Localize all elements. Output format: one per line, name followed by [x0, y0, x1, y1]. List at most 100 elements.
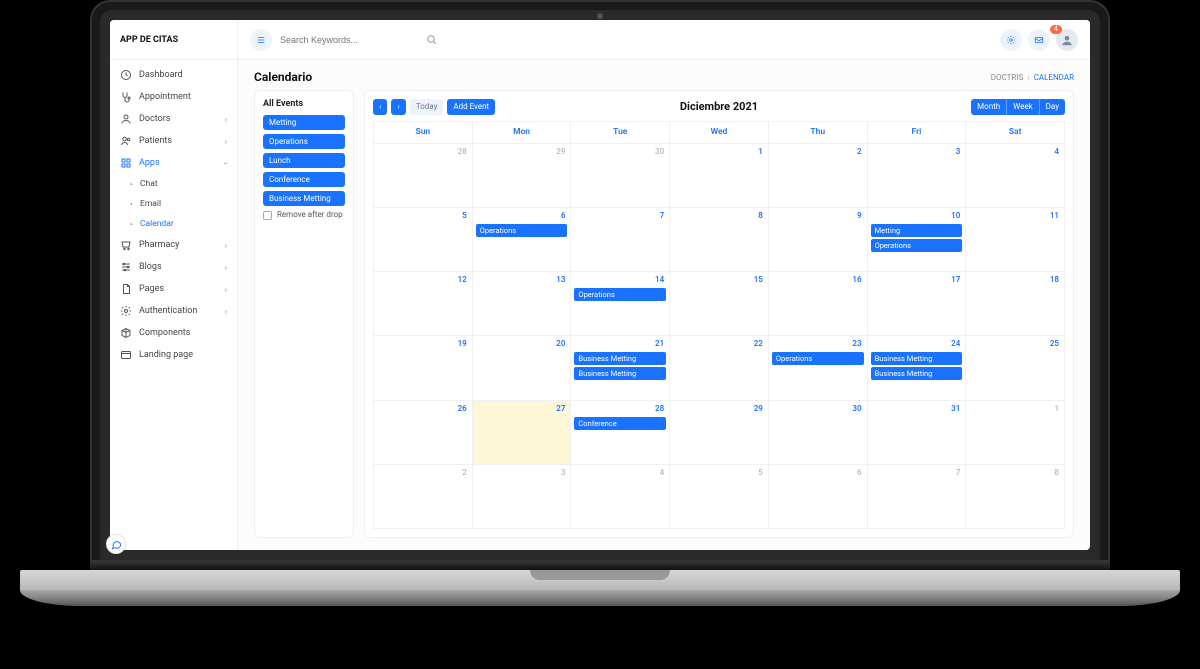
day-number: 18 — [1050, 275, 1059, 284]
view-day-button[interactable]: Day — [1039, 99, 1065, 115]
checkbox-icon[interactable] — [263, 211, 272, 220]
sidebar-item-auth[interactable]: Authentication › — [110, 300, 237, 322]
calendar-day-cell[interactable]: 12 — [374, 272, 473, 336]
sidebar-item-dashboard[interactable]: Dashboard — [110, 64, 237, 86]
calendar-day-cell[interactable]: 3 — [868, 144, 967, 208]
calendar-day-cell[interactable]: 7 — [868, 465, 967, 529]
laptop-base — [20, 570, 1180, 606]
calendar-day-cell[interactable]: 8 — [966, 465, 1065, 529]
calendar-day-cell[interactable]: 10MettingOperations — [868, 208, 967, 272]
calendar-day-cell[interactable]: 2 — [769, 144, 868, 208]
calendar-event[interactable]: Conference — [574, 417, 666, 430]
calendar-day-cell[interactable]: 13 — [473, 272, 572, 336]
sidebar-item-components[interactable]: Components — [110, 322, 237, 344]
menu-toggle-button[interactable] — [250, 29, 272, 51]
calendar-day-cell[interactable]: 6 — [769, 465, 868, 529]
settings-button[interactable] — [1000, 29, 1022, 51]
calendar-day-cell[interactable]: 20 — [473, 336, 572, 400]
sidebar-item-blogs[interactable]: Blogs › — [110, 256, 237, 278]
sidebar-item-apps[interactable]: Apps › — [110, 152, 237, 174]
chevron-right-icon: › — [225, 137, 227, 146]
day-number: 23 — [852, 339, 861, 348]
calendar-day-cell[interactable]: 1 — [670, 144, 769, 208]
calendar-day-cell[interactable]: 9 — [769, 208, 868, 272]
calendar-day-cell[interactable]: 22 — [670, 336, 769, 400]
chevron-right-icon: › — [225, 241, 227, 250]
calendar-day-cell[interactable]: 30 — [769, 401, 868, 465]
event-pill[interactable]: Metting — [263, 115, 345, 130]
calendar-day-cell[interactable]: 25 — [966, 336, 1065, 400]
view-week-button[interactable]: Week — [1006, 99, 1039, 115]
calendar-day-cell[interactable]: 3 — [473, 465, 572, 529]
day-of-week-header: Tue — [571, 122, 670, 144]
calendar-day-cell[interactable]: 30 — [571, 144, 670, 208]
search-icon[interactable] — [426, 34, 437, 45]
calendar-day-cell[interactable]: 27 — [473, 401, 572, 465]
sidebar-sub-calendar[interactable]: Calendar — [110, 214, 237, 234]
calendar-day-cell[interactable]: 17 — [868, 272, 967, 336]
calendar-day-cell[interactable]: 2 — [374, 465, 473, 529]
event-pill[interactable]: Business Metting — [263, 191, 345, 206]
calendar-event[interactable]: Business Metting — [574, 352, 666, 365]
dashboard-icon — [120, 69, 132, 81]
chevron-down-icon: › — [221, 162, 230, 164]
sidebar-item-patients[interactable]: Patients › — [110, 130, 237, 152]
calendar-day-cell[interactable]: 16 — [769, 272, 868, 336]
sidebar-sub-email[interactable]: Email — [110, 194, 237, 214]
calendar-day-cell[interactable]: 8 — [670, 208, 769, 272]
calendar-event[interactable]: Metting — [871, 224, 963, 237]
calendar-day-cell[interactable]: 21Business MettingBusiness Metting — [571, 336, 670, 400]
calendar-event[interactable]: Operations — [574, 288, 666, 301]
avatar[interactable]: 4 — [1056, 29, 1078, 51]
sidebar-item-pharmacy[interactable]: Pharmacy › — [110, 234, 237, 256]
sidebar-item-label: Apps — [139, 158, 160, 168]
calendar-day-cell[interactable]: 5 — [374, 208, 473, 272]
calendar-day-cell[interactable]: 6Operations — [473, 208, 572, 272]
calendar-event[interactable]: Operations — [772, 352, 864, 365]
today-button[interactable]: Today — [410, 99, 444, 115]
calendar-event[interactable]: Business Metting — [574, 367, 666, 380]
next-button[interactable]: › — [391, 99, 405, 115]
mail-button[interactable] — [1028, 29, 1050, 51]
sidebar-item-appointment[interactable]: Appointment — [110, 86, 237, 108]
calendar-day-cell[interactable]: 19 — [374, 336, 473, 400]
add-event-button[interactable]: Add Event — [447, 99, 495, 115]
calendar-day-cell[interactable]: 4 — [571, 465, 670, 529]
calendar-day-cell[interactable]: 11 — [966, 208, 1065, 272]
prev-button[interactable]: ‹ — [373, 99, 387, 115]
calendar-event[interactable]: Operations — [871, 239, 963, 252]
sidebar-item-pages[interactable]: Pages › — [110, 278, 237, 300]
event-pill[interactable]: Operations — [263, 134, 345, 149]
calendar-day-cell[interactable]: 18 — [966, 272, 1065, 336]
events-panel: All Events MettingOperationsLunchConfere… — [254, 90, 354, 538]
calendar-day-cell[interactable]: 1 — [966, 401, 1065, 465]
calendar-day-cell[interactable]: 24Business MettingBusiness Metting — [868, 336, 967, 400]
calendar-day-cell[interactable]: 29 — [670, 401, 769, 465]
sidebar-item-doctors[interactable]: Doctors › — [110, 108, 237, 130]
calendar-day-cell[interactable]: 28 — [374, 144, 473, 208]
calendar-day-cell[interactable]: 29 — [473, 144, 572, 208]
calendar-day-cell[interactable]: 26 — [374, 401, 473, 465]
calendar-day-cell[interactable]: 4 — [966, 144, 1065, 208]
sidebar-item-label: Patients — [139, 136, 172, 146]
calendar-event[interactable]: Business Metting — [871, 367, 963, 380]
calendar-day-cell[interactable]: 15 — [670, 272, 769, 336]
event-pill[interactable]: Conference — [263, 172, 345, 187]
chat-bubble-icon[interactable] — [110, 534, 126, 550]
sidebar-item-landing[interactable]: Landing page — [110, 344, 237, 366]
event-pill[interactable]: Lunch — [263, 153, 345, 168]
search-input[interactable] — [280, 35, 420, 45]
sidebar-sub-chat[interactable]: Chat — [110, 174, 237, 194]
view-month-button[interactable]: Month — [971, 99, 1006, 115]
remove-after-drop-row[interactable]: Remove after drop — [263, 210, 345, 220]
day-number: 19 — [458, 339, 467, 348]
calendar-event[interactable]: Business Metting — [871, 352, 963, 365]
calendar-day-cell[interactable]: 31 — [868, 401, 967, 465]
calendar-event[interactable]: Operations — [476, 224, 568, 237]
calendar-day-cell[interactable]: 23 Operations — [769, 336, 868, 400]
calendar-day-cell[interactable]: 5 — [670, 465, 769, 529]
breadcrumb-root[interactable]: DOCTRIS — [991, 73, 1023, 82]
calendar-day-cell[interactable]: 7 — [571, 208, 670, 272]
calendar-day-cell[interactable]: 14Operations — [571, 272, 670, 336]
calendar-day-cell[interactable]: 28Conference — [571, 401, 670, 465]
